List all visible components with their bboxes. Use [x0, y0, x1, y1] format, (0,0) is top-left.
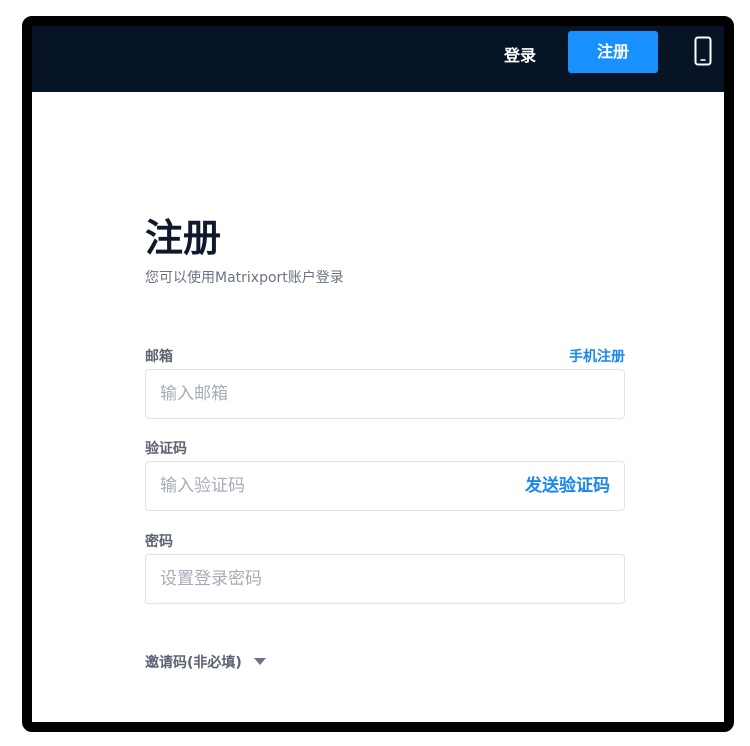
password-label: 密码: [145, 534, 173, 550]
app-window: 登录 注册 注册 您可以使用Matrixport账户登录 邮箱 手机注册 验证码…: [22, 16, 734, 732]
code-label: 验证码: [145, 441, 187, 457]
email-label: 邮箱: [145, 349, 173, 365]
page-subtitle: 您可以使用Matrixport账户登录: [145, 270, 344, 286]
register-form: 注册 您可以使用Matrixport账户登录 邮箱 手机注册 验证码 发送验证码…: [145, 26, 625, 722]
chevron-down-icon: [253, 658, 266, 665]
email-input[interactable]: [160, 370, 490, 418]
code-field-box: 发送验证码: [145, 461, 625, 511]
invite-code-label: 邀请码(非必填): [145, 655, 242, 671]
mobile-phone-icon[interactable]: [694, 36, 712, 66]
password-field-box: [145, 554, 625, 604]
email-field-box: [145, 369, 625, 419]
page-title: 注册: [145, 216, 222, 260]
verification-code-input[interactable]: [160, 462, 490, 510]
invite-code-toggle[interactable]: 邀请码(非必填): [145, 651, 266, 673]
send-code-button[interactable]: 发送验证码: [525, 462, 610, 510]
password-input[interactable]: [160, 555, 490, 603]
phone-register-link[interactable]: 手机注册: [569, 347, 625, 367]
